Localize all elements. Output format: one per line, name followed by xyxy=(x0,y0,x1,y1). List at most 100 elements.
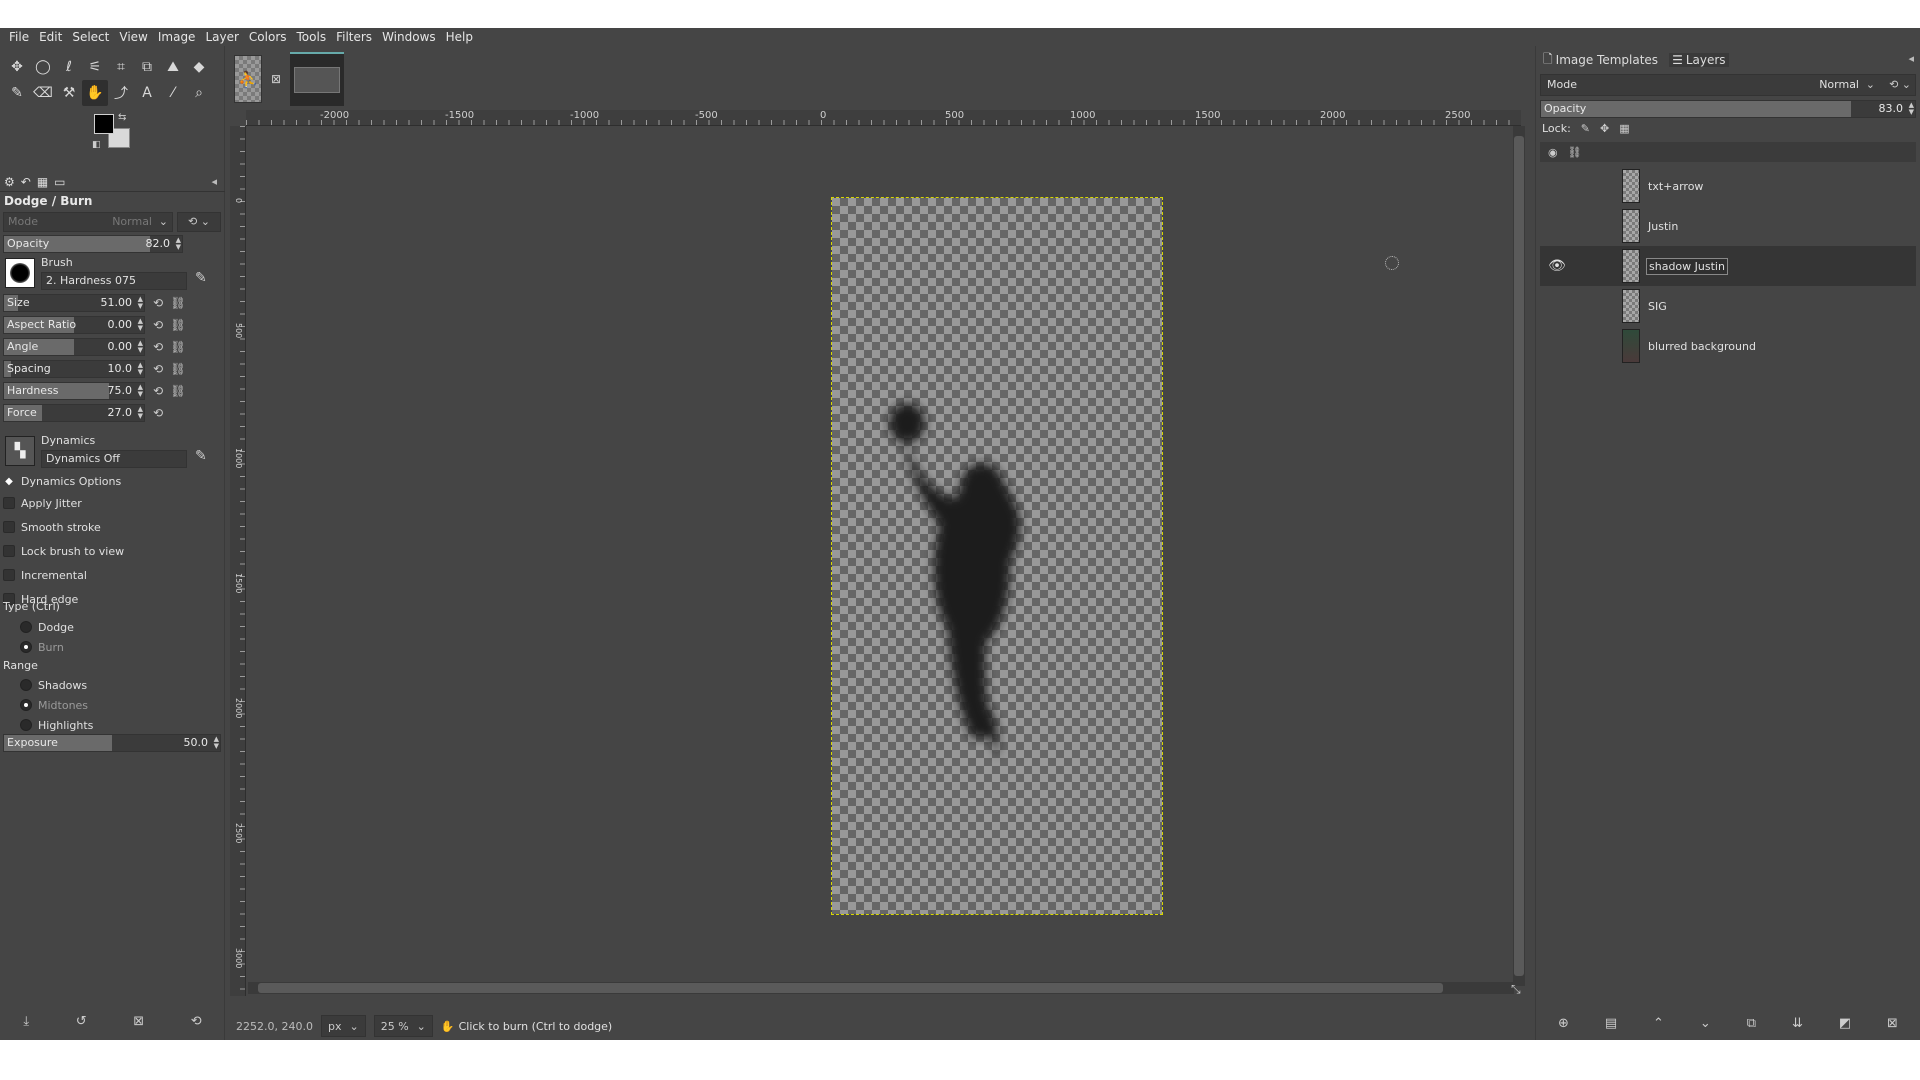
radio-shadows[interactable]: Shadows xyxy=(20,676,87,694)
clone-icon[interactable]: ⚒ xyxy=(56,80,82,106)
dynamics-preview[interactable]: ▚ xyxy=(5,436,35,466)
checkbox[interactable] xyxy=(3,521,15,533)
tool-options-tab-icon[interactable]: ⚙ xyxy=(4,175,15,189)
option-smooth-stroke[interactable]: Smooth stroke xyxy=(3,518,101,536)
link-icon[interactable]: ⛓ xyxy=(169,382,187,400)
radio-button[interactable] xyxy=(20,699,32,711)
close-icon[interactable]: ⊠ xyxy=(268,71,284,87)
layer-row[interactable]: blurred background xyxy=(1540,326,1916,366)
reset-colors-icon[interactable]: ◧ xyxy=(92,140,101,150)
menu-filters[interactable]: Filters xyxy=(331,28,377,46)
mode-reset-button[interactable]: ⟲ ⌄ xyxy=(177,212,221,232)
layer-mode-reset-icon[interactable]: ⟲ ⌄ xyxy=(1889,75,1911,95)
edit-dynamics-icon[interactable]: ✎ xyxy=(195,448,207,464)
move-icon[interactable]: ✥ xyxy=(4,54,30,80)
spin-arrows-icon[interactable]: ▲ ▼ xyxy=(138,318,143,332)
lower-layer-icon[interactable]: ⌄ xyxy=(1700,1016,1711,1031)
dock-config-icon[interactable]: ◂ xyxy=(211,175,217,188)
layer-name[interactable]: shadow Justin xyxy=(1646,257,1728,275)
menu-tools[interactable]: Tools xyxy=(292,28,332,46)
lock-pixels-icon[interactable]: ✎ xyxy=(1581,122,1590,135)
size-slider[interactable]: Size 51.00 ▲ ▼ xyxy=(3,294,145,312)
radio-button[interactable] xyxy=(20,621,32,633)
menu-help[interactable]: Help xyxy=(441,28,478,46)
warp-icon[interactable]: ⛰ xyxy=(160,54,186,80)
menu-file[interactable]: File xyxy=(4,28,34,46)
spin-arrows-icon[interactable]: ▲ ▼ xyxy=(138,296,143,310)
spin-arrows-icon[interactable]: ▲ ▼ xyxy=(138,406,143,420)
bucket-fill-icon[interactable]: ◆ xyxy=(186,54,212,80)
radio-button[interactable] xyxy=(20,719,32,731)
dynamics-options-expander[interactable]: ◆ Dynamics Options xyxy=(3,472,121,490)
reset-value-icon[interactable]: ⟲ xyxy=(149,294,167,312)
spin-arrows-icon[interactable]: ▲ ▼ xyxy=(176,237,181,251)
reset-value-icon[interactable]: ⟲ xyxy=(149,316,167,334)
aspect-ratio-slider[interactable]: Aspect Ratio 0.00 ▲ ▼ xyxy=(3,316,145,334)
radio-highlights[interactable]: Highlights xyxy=(20,716,93,734)
option-incremental[interactable]: Incremental xyxy=(3,566,87,584)
color-picker-icon[interactable]: ⁄ xyxy=(160,80,186,106)
spin-arrows-icon[interactable]: ▲ ▼ xyxy=(138,340,143,354)
canvas-viewport[interactable] xyxy=(248,128,1516,994)
brush-preview[interactable] xyxy=(5,258,35,288)
vertical-scrollbar[interactable] xyxy=(1513,126,1525,986)
images-tab-icon[interactable]: ▭ xyxy=(54,175,65,189)
checkbox[interactable] xyxy=(3,569,15,581)
paths-icon[interactable]: ⤴ xyxy=(108,80,134,106)
tab-layers[interactable]: ☰ Layers xyxy=(1669,53,1729,67)
merge-layer-icon[interactable]: ⇊ xyxy=(1792,1016,1803,1031)
option-lock-brush-to-view[interactable]: Lock brush to view xyxy=(3,542,124,560)
zoom-select[interactable]: 25 % ⌄ xyxy=(373,1015,433,1037)
menu-layer[interactable]: Layer xyxy=(200,28,243,46)
link-icon[interactable]: ⛓ xyxy=(169,360,187,378)
radio-button[interactable] xyxy=(20,679,32,691)
delete-options-icon[interactable]: ⊠ xyxy=(133,1014,144,1029)
link-icon[interactable]: ⛓ xyxy=(169,338,187,356)
eraser-icon[interactable]: ⌫ xyxy=(30,80,56,106)
perspective-icon[interactable]: ⧉ xyxy=(134,54,160,80)
visibility-header-icon[interactable]: ◉ xyxy=(1548,146,1558,159)
link-icon[interactable]: ⛓ xyxy=(169,294,187,312)
foreground-color-swatch[interactable] xyxy=(94,114,114,134)
edit-brush-icon[interactable]: ✎ xyxy=(195,270,207,286)
image-tab-thumbnail-2[interactable] xyxy=(290,52,344,106)
image-canvas[interactable] xyxy=(831,197,1163,915)
menu-image[interactable]: Image xyxy=(153,28,201,46)
delete-layer-icon[interactable]: ⊠ xyxy=(1887,1016,1898,1031)
menu-select[interactable]: Select xyxy=(67,28,114,46)
add-mask-icon[interactable]: ◩ xyxy=(1839,1016,1851,1031)
checkbox[interactable] xyxy=(3,545,15,557)
restore-options-icon[interactable]: ↺ xyxy=(76,1014,87,1029)
spin-arrows-icon[interactable]: ▲ ▼ xyxy=(138,384,143,398)
reset-options-icon[interactable]: ⟲ xyxy=(191,1014,202,1029)
menu-edit[interactable]: Edit xyxy=(34,28,67,46)
layer-name[interactable]: Justin xyxy=(1646,219,1680,234)
radio-midtones[interactable]: Midtones xyxy=(20,696,88,714)
undo-history-tab-icon[interactable]: ↶ xyxy=(21,175,31,189)
ellipse-select-icon[interactable]: ◯ xyxy=(30,54,56,80)
mode-select[interactable]: Mode Normal ⌄ xyxy=(3,212,173,232)
radio-button[interactable] xyxy=(20,641,32,653)
swap-colors-icon[interactable]: ⇆ xyxy=(118,112,126,123)
reset-value-icon[interactable]: ⟲ xyxy=(149,404,167,422)
spacing-slider[interactable]: Spacing 10.0 ▲ ▼ xyxy=(3,360,145,378)
spin-arrows-icon[interactable]: ▲ ▼ xyxy=(138,362,143,376)
force-slider[interactable]: Force 27.0 ▲ ▼ xyxy=(3,404,145,422)
lock-position-icon[interactable]: ✥ xyxy=(1600,122,1609,135)
layer-row[interactable]: 👁 shadow Justin xyxy=(1540,246,1916,286)
paintbrush-icon[interactable]: ✎ xyxy=(4,80,30,106)
navigate-icon[interactable]: ⤡ xyxy=(1511,982,1525,996)
unit-select[interactable]: px ⌄ xyxy=(320,1015,366,1037)
layer-name[interactable]: blurred background xyxy=(1646,339,1758,354)
menu-colors[interactable]: Colors xyxy=(244,28,292,46)
reset-value-icon[interactable]: ⟲ xyxy=(149,382,167,400)
horizontal-scrollbar[interactable] xyxy=(248,982,1514,994)
new-layer-group-icon[interactable]: ▤ xyxy=(1605,1016,1617,1031)
layer-row[interactable]: SIG xyxy=(1540,286,1916,326)
layer-name[interactable]: txt+arrow xyxy=(1646,179,1705,194)
reset-value-icon[interactable]: ⟲ xyxy=(149,360,167,378)
new-layer-icon[interactable]: ⊕ xyxy=(1558,1016,1569,1031)
dynamics-name-field[interactable]: Dynamics Off xyxy=(41,450,187,468)
zoom-icon[interactable]: ⌕ xyxy=(186,80,212,106)
layer-opacity-slider[interactable]: Opacity 83.0 ▲ ▼ xyxy=(1540,100,1916,118)
